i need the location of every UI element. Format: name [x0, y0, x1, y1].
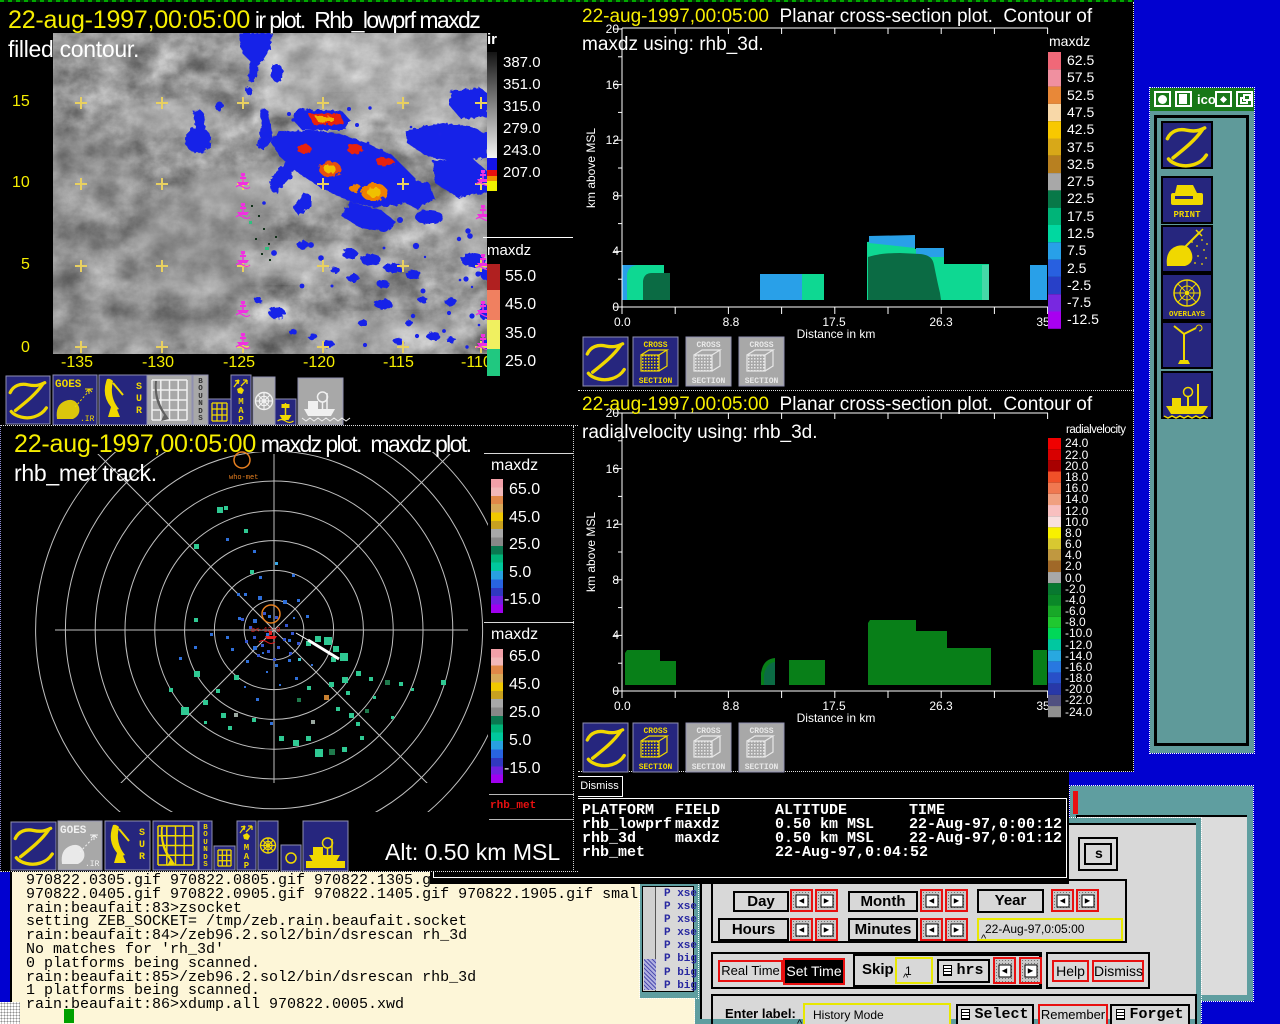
svg-text:CROSS: CROSS	[696, 341, 720, 350]
svg-text:-12.5: -12.5	[1067, 311, 1099, 327]
svg-text:27.5: 27.5	[1067, 173, 1094, 189]
svg-text:CROSS: CROSS	[643, 727, 667, 736]
svg-text:26.3: 26.3	[929, 315, 953, 329]
svg-text:12: 12	[606, 517, 620, 531]
svg-text:8: 8	[612, 573, 619, 587]
svg-text:-2.5: -2.5	[1067, 277, 1091, 293]
svg-text:SECTION: SECTION	[745, 763, 779, 772]
svg-text:N: N	[198, 400, 203, 408]
svg-text:SECTION: SECTION	[692, 763, 726, 772]
svg-text:.IR: .IR	[80, 415, 95, 424]
svg-text:SECTION: SECTION	[745, 377, 779, 386]
svg-text:4: 4	[612, 244, 619, 258]
svg-text:U: U	[139, 840, 145, 851]
svg-text:35: 35	[1036, 315, 1050, 329]
svg-text:GOES: GOES	[55, 379, 82, 391]
svg-text:8.8: 8.8	[723, 699, 740, 713]
svg-text:SECTION: SECTION	[639, 377, 673, 386]
svg-text:37.5: 37.5	[1067, 139, 1094, 155]
svg-text:16: 16	[606, 78, 620, 92]
svg-text:52.5: 52.5	[1067, 87, 1094, 103]
svg-text:radialvelocity: radialvelocity	[1066, 424, 1126, 436]
svg-text:62.5: 62.5	[1067, 52, 1094, 68]
svg-text:16: 16	[606, 462, 620, 476]
svg-text:0: 0	[612, 684, 619, 698]
svg-text:32.5: 32.5	[1067, 156, 1094, 172]
svg-text:CROSS: CROSS	[749, 341, 773, 350]
svg-text:S: S	[136, 382, 142, 393]
svg-text:22.5: 22.5	[1067, 190, 1094, 206]
svg-text:N: N	[203, 846, 208, 854]
svg-text:35: 35	[1036, 699, 1050, 713]
svg-text:S: S	[139, 828, 145, 839]
svg-text:0.0: 0.0	[614, 699, 631, 713]
svg-text:b<-12-0: b<-12-0	[251, 627, 280, 635]
svg-text:7.5: 7.5	[1067, 242, 1087, 258]
svg-text:42.5: 42.5	[1067, 121, 1094, 137]
svg-text:8: 8	[612, 189, 619, 203]
svg-text:O: O	[203, 831, 208, 839]
svg-text:0: 0	[612, 300, 619, 314]
svg-text:CROSS: CROSS	[643, 341, 667, 350]
svg-text:maxdz: maxdz	[1049, 33, 1090, 49]
svg-text:0.0: 0.0	[614, 315, 631, 329]
svg-text:8.8: 8.8	[723, 315, 740, 329]
svg-text:U: U	[136, 394, 142, 405]
svg-text:P: P	[244, 861, 250, 871]
svg-text:S: S	[198, 415, 203, 423]
svg-text:17.5: 17.5	[1067, 208, 1094, 224]
svg-text:km above MSL: km above MSL	[584, 128, 598, 208]
svg-text:R: R	[136, 406, 142, 417]
svg-text:SECTION: SECTION	[639, 763, 673, 772]
svg-text:12: 12	[606, 133, 620, 147]
svg-text:CROSS: CROSS	[749, 727, 773, 736]
svg-text:26.3: 26.3	[929, 699, 953, 713]
svg-text:2.5: 2.5	[1067, 260, 1087, 276]
svg-text:SECTION: SECTION	[692, 377, 726, 386]
svg-text:-7.5: -7.5	[1067, 294, 1091, 310]
svg-text:.IR: .IR	[85, 860, 100, 869]
svg-text:-24.0: -24.0	[1065, 705, 1093, 719]
svg-text:CROSS: CROSS	[696, 727, 720, 736]
svg-text:O: O	[198, 385, 203, 393]
svg-text:P: P	[238, 415, 244, 425]
svg-text:4: 4	[612, 628, 619, 642]
svg-text:57.5: 57.5	[1067, 69, 1094, 85]
svg-text:who-met: who-met	[229, 474, 258, 482]
svg-text:R: R	[139, 852, 145, 863]
svg-text:km above MSL: km above MSL	[584, 512, 598, 592]
svg-text:47.5: 47.5	[1067, 104, 1094, 120]
svg-text:PRINT: PRINT	[1173, 210, 1201, 220]
svg-text:GOES: GOES	[60, 825, 87, 837]
svg-text:S: S	[203, 861, 208, 869]
svg-text:OVERLAYS: OVERLAYS	[1169, 311, 1206, 319]
svg-text:12.5: 12.5	[1067, 225, 1094, 241]
